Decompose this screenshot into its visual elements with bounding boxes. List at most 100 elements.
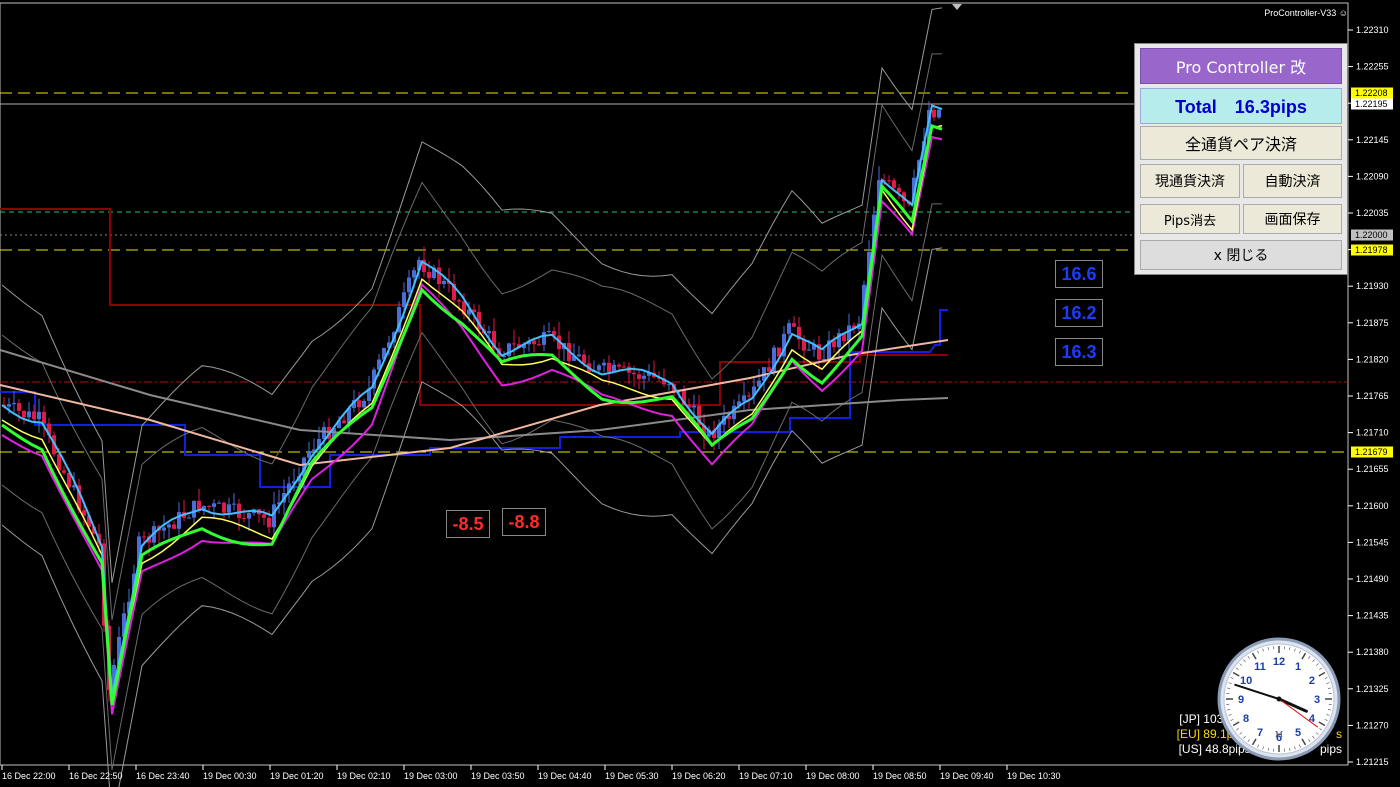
panel-title-button[interactable]: Pro Controller 改: [1140, 48, 1342, 84]
candle-body: [547, 331, 551, 333]
price-marker-label: 1.21978: [1355, 245, 1388, 255]
price-tick-label: 1.22035: [1356, 208, 1389, 218]
candle-body: [582, 354, 586, 364]
ea-brand-label: ProController-V33 ☺: [1264, 8, 1348, 18]
candle-body: [322, 426, 326, 439]
candle-body: [577, 354, 581, 357]
candle-body: [537, 344, 541, 346]
candle-body: [407, 277, 411, 293]
candle-body: [597, 365, 601, 371]
candle-body: [887, 180, 891, 182]
candle-body: [192, 500, 196, 518]
candles: [2, 101, 941, 702]
candle-body: [212, 503, 216, 507]
analog-clock: 1234567891011 12 M: [1217, 637, 1341, 761]
price-tick-label: 1.21325: [1356, 684, 1389, 694]
pips-clear-button[interactable]: Pips消去: [1140, 204, 1240, 234]
price-tick-label: 1.21270: [1356, 720, 1389, 730]
close-current-pair-button[interactable]: 現通貨決済: [1140, 164, 1240, 198]
bollinger-upper: [1, 7, 943, 583]
clock-numeral: 11: [1254, 661, 1266, 673]
chart-window[interactable]: 1.223101.222551.222001.221451.220901.220…: [0, 0, 1400, 787]
price-marker-label: 1.22195: [1355, 99, 1388, 109]
candle-body: [32, 411, 36, 420]
position-pips-label: 16.2: [1055, 299, 1103, 327]
candle-body: [22, 410, 26, 418]
candle-body: [937, 109, 941, 118]
price-tick-label: 1.22090: [1356, 171, 1389, 181]
candle-body: [177, 512, 181, 529]
time-ticks: 16 Dec 22:00 16 Dec 22:50 16 Dec 23:40 19 D…: [1, 765, 1061, 781]
candle-body: [12, 403, 16, 405]
candle-body: [217, 502, 221, 504]
candle-body: [402, 292, 406, 308]
bollinger-lower-2: [1, 203, 943, 771]
price-tick-label: 1.21545: [1356, 537, 1389, 547]
candle-body: [237, 503, 241, 518]
candle-body: [167, 524, 171, 528]
candle-body: [787, 323, 791, 334]
candle-body: [357, 400, 361, 408]
candle-body: [187, 517, 191, 519]
candle-body: [637, 374, 641, 379]
candle-body: [487, 331, 491, 334]
candle-body: [142, 536, 146, 538]
candle-body: [892, 180, 896, 188]
candle-body: [832, 340, 836, 348]
pro-controller-panel: Pro Controller 改 Total 16.3pips 全通貨ペア決済 …: [1134, 43, 1348, 275]
save-screen-button[interactable]: 画面保存: [1243, 204, 1342, 234]
close-all-pairs-button[interactable]: 全通貨ペア決済: [1140, 126, 1342, 160]
price-tick-label: 1.21435: [1356, 611, 1389, 621]
candle-body: [642, 375, 646, 379]
candle-body: [457, 300, 461, 302]
price-tick-label: 1.21655: [1356, 464, 1389, 474]
candle-body: [622, 366, 626, 368]
time-tick-label: 19 Dec 10:30: [1007, 771, 1061, 781]
auto-close-button[interactable]: 自動決済: [1243, 164, 1342, 198]
candle-body: [532, 340, 536, 345]
candle-body: [742, 395, 746, 402]
position-pips-label: 16.6: [1055, 260, 1103, 288]
candle-body: [412, 270, 416, 278]
total-pips-button[interactable]: Total 16.3pips: [1140, 88, 1342, 124]
candle-body: [617, 364, 621, 367]
time-tick-label: 16 Dec 22:50: [69, 771, 123, 781]
clock-numeral: 9: [1238, 694, 1244, 706]
time-tick-label: 19 Dec 00:30: [203, 771, 257, 781]
candle-body: [747, 395, 751, 397]
price-tick-label: 1.22310: [1356, 25, 1389, 35]
candle-body: [162, 527, 166, 531]
price-marker-label: 1.22208: [1355, 88, 1388, 98]
candle-body: [932, 110, 936, 118]
time-tick-label: 19 Dec 02:10: [337, 771, 391, 781]
position-pips-label: 16.3: [1055, 338, 1103, 366]
clock-numeral: 10: [1240, 675, 1252, 687]
time-tick-label: 19 Dec 03:00: [404, 771, 458, 781]
candle-body: [792, 323, 796, 327]
price-tick-label: 1.21820: [1356, 354, 1389, 364]
price-tick-label: 1.21710: [1356, 428, 1389, 438]
price-tick-label: 1.22255: [1356, 62, 1389, 72]
time-tick-label: 19 Dec 05:30: [605, 771, 659, 781]
candle-body: [362, 400, 366, 408]
time-tick-label: 16 Dec 22:00: [2, 771, 56, 781]
candle-body: [667, 384, 671, 386]
time-tick-label: 19 Dec 04:40: [538, 771, 592, 781]
candle-body: [37, 411, 41, 420]
candle-body: [442, 280, 446, 285]
price-tick-label: 1.21600: [1356, 501, 1389, 511]
candle-body: [897, 187, 901, 193]
price-marker-label: 1.22000: [1355, 230, 1388, 240]
clock-numeral: 3: [1314, 694, 1320, 706]
clock-brand-text: M: [1275, 730, 1283, 739]
candle-body: [692, 405, 696, 408]
position-pips-label: -8.8: [502, 508, 546, 536]
candle-body: [342, 420, 346, 424]
price-tick-label: 1.21765: [1356, 391, 1389, 401]
close-panel-button[interactable]: x 閉じる: [1140, 240, 1342, 270]
candle-body: [242, 517, 246, 519]
time-tick-label: 19 Dec 07:10: [739, 771, 793, 781]
price-ticks: 1.223101.222551.222001.221451.220901.220…: [1348, 25, 1389, 767]
clock-numeral: 8: [1243, 713, 1249, 725]
candle-body: [437, 267, 441, 285]
